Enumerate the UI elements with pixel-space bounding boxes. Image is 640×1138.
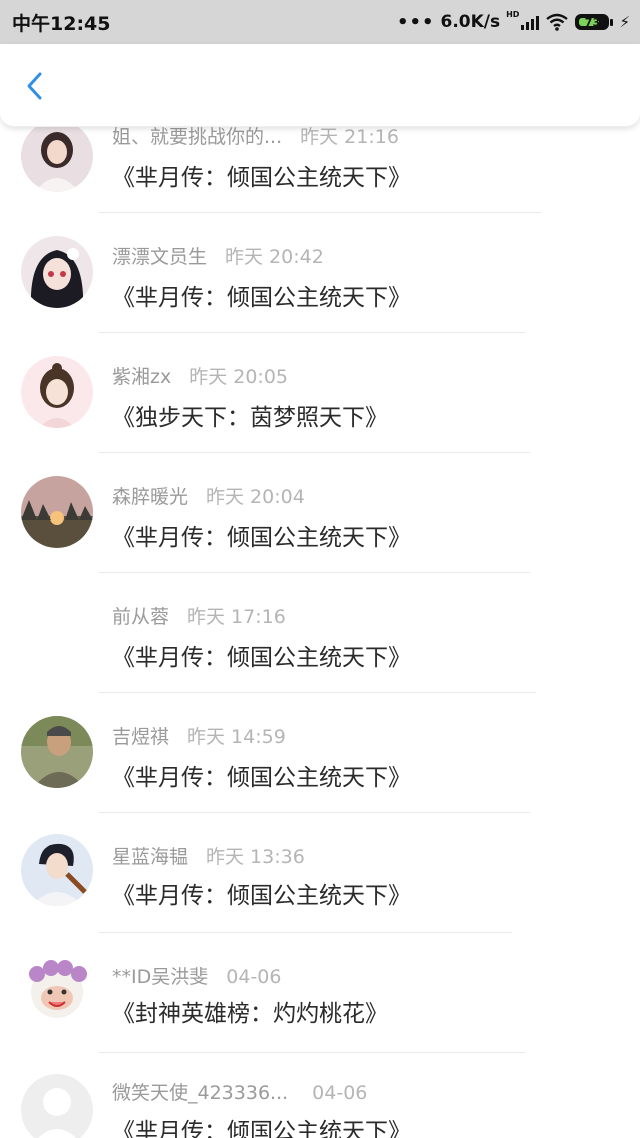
avatar (21, 834, 93, 906)
reader-time: 04-06 (312, 1082, 368, 1104)
reader-name: 森脺暖光 (112, 486, 189, 508)
reader-name: 星蓝海韫 (112, 846, 189, 868)
list-item[interactable]: 微笑天使_423336... 04-06 《芈月传：倾国公主统天下》 (0, 1054, 640, 1138)
book-title: 《芈月传：倾国公主统天下》 (112, 883, 411, 909)
reader-name: 紫湘zx (112, 366, 172, 388)
list-item[interactable]: 紫湘zx 昨天 20:05 《独步天下：茵梦照天下》 (0, 334, 640, 454)
reader-name: 前从蓉 (112, 606, 170, 628)
chevron-left-icon (27, 72, 42, 100)
book-title: 《封神英雄榜：灼灼桃花》 (112, 1001, 388, 1027)
list-item[interactable]: 森脺暖光 昨天 20:04 《芈月传：倾国公主统天下》 (0, 454, 640, 574)
reader-list: 姐、就要挑战你的... 昨天 21:16 《芈月传：倾国公主统天下》 漂漂文员生昨… (0, 0, 640, 1138)
reader-time: 昨天 20:04 (206, 486, 305, 508)
back-button[interactable] (18, 68, 54, 104)
list-item[interactable]: 前从蓉 昨天 17:16 《芈月传：倾国公主统天下》 (0, 574, 640, 694)
reader-time: 昨天 20:42 (225, 246, 324, 268)
divider (98, 572, 530, 573)
divider (98, 692, 536, 693)
reader-time: 昨天 13:36 (206, 846, 305, 868)
book-title: 《芈月传：倾国公主统天下》 (112, 645, 411, 671)
divider (98, 932, 512, 933)
divider (98, 212, 542, 213)
reader-name: **ID吴洪斐 (112, 966, 209, 988)
reader-time: 04-06 (226, 966, 282, 988)
avatar (21, 476, 93, 548)
reader-meta: 森脺暖光 昨天 20:04 (112, 482, 305, 509)
reader-time: 昨天 20:05 (189, 366, 289, 388)
avatar (21, 236, 93, 308)
book-title: 《独步天下：茵梦照天下》 (112, 405, 388, 431)
list-item[interactable]: 星蓝海韫 昨天 13:36 《芈月传：倾国公主统天下》 (0, 814, 640, 934)
reader-meta: **ID吴洪斐 04-06 (112, 962, 281, 989)
divider (98, 332, 526, 333)
avatar (21, 356, 93, 428)
book-title: 《芈月传：倾国公主统天下》 (112, 285, 411, 311)
reader-time: 昨天 21:16 (300, 126, 399, 148)
list-item[interactable]: 漂漂文员生 昨天 20:42 《芈月传：倾国公主统天下》 (0, 214, 640, 334)
reader-time: 昨天 17:16 (187, 606, 286, 628)
book-title: 《芈月传：倾国公主统天下》 (112, 525, 411, 551)
reader-time: 昨天 14:59 (187, 726, 286, 748)
list-item[interactable]: 吉煜祺 昨天 14:59 《芈月传：倾国公主统天下》 (0, 694, 640, 814)
divider (98, 1052, 526, 1053)
divider (98, 812, 530, 813)
reader-meta: 前从蓉 昨天 17:16 (112, 602, 286, 629)
reader-meta: 吉煜祺 昨天 14:59 (112, 722, 286, 749)
list-item[interactable]: **ID吴洪斐 04-06 《封神英雄榜：灼灼桃花》 (0, 934, 640, 1054)
book-title: 《芈月传：倾国公主统天下》 (112, 165, 411, 191)
reader-meta: 紫湘zx 昨天 20:05 (112, 362, 288, 389)
avatar (21, 120, 93, 192)
reader-name: 姐、就要挑战你的... (112, 126, 283, 148)
reader-meta: 漂漂文员生 昨天 20:42 (112, 242, 324, 269)
divider (98, 452, 530, 453)
avatar (21, 1074, 93, 1138)
avatar (21, 716, 93, 788)
book-title: 《芈月传：倾国公主统天下》 (112, 1119, 411, 1138)
reader-name: 漂漂文员生 (112, 246, 208, 268)
avatar (21, 954, 93, 1026)
reader-name: 吉煜祺 (112, 726, 170, 748)
book-title: 《芈月传：倾国公主统天下》 (112, 765, 411, 791)
top-bar (0, 44, 640, 127)
reader-name: 微笑天使_423336... (112, 1082, 289, 1104)
reader-meta: 微笑天使_423336... 04-06 (112, 1078, 367, 1105)
reader-meta: 星蓝海韫 昨天 13:36 (112, 842, 305, 869)
